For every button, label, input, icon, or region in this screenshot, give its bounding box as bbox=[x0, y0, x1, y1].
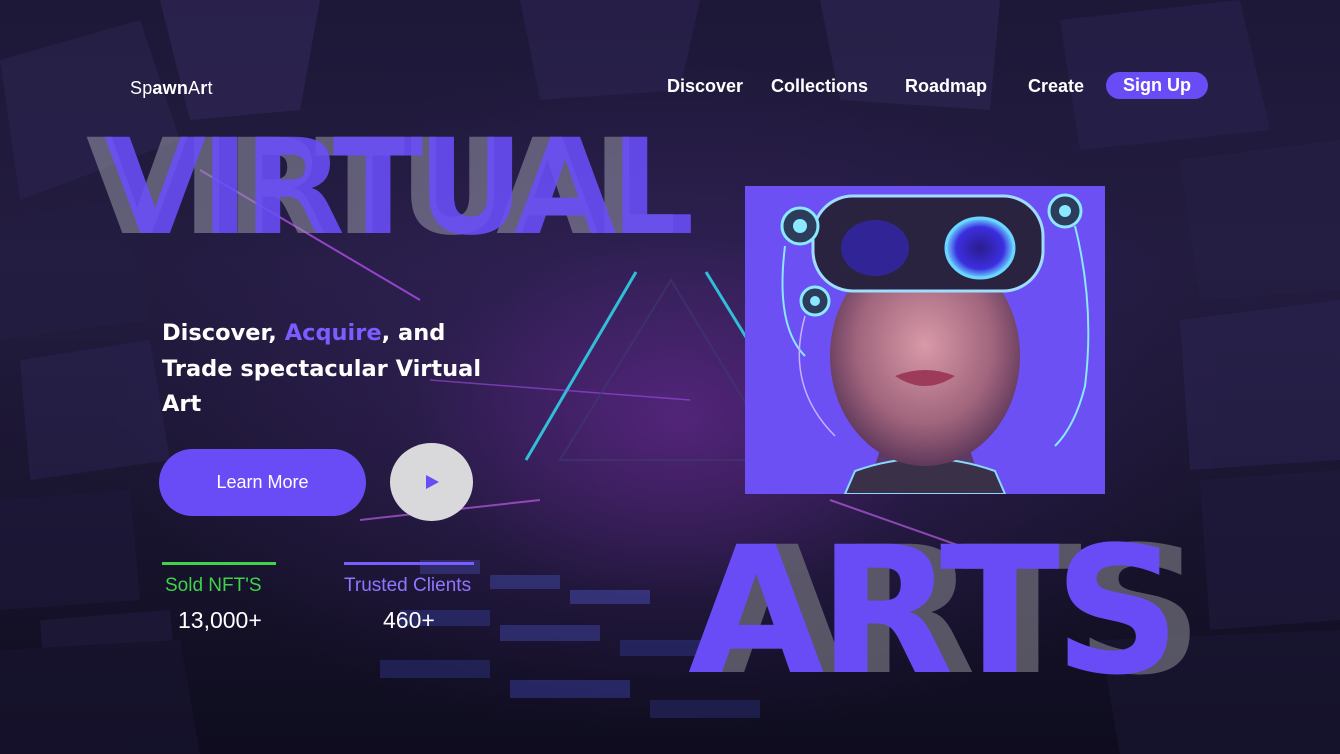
headline-text: Discover, bbox=[162, 320, 285, 346]
nav-link-discover[interactable]: Discover bbox=[667, 72, 743, 100]
nav-link-collections[interactable]: Collections bbox=[771, 72, 868, 100]
play-icon bbox=[426, 475, 439, 489]
trusted-clients-label: Trusted Clients bbox=[344, 575, 472, 596]
arts-word: ARTS bbox=[688, 509, 1181, 714]
headline-accent: Acquire bbox=[284, 320, 382, 346]
sold-nft-divider bbox=[162, 562, 276, 565]
sold-nft-label: Sold NFT'S bbox=[165, 575, 262, 596]
trusted-clients-divider bbox=[344, 562, 474, 565]
logo-part: A bbox=[188, 78, 201, 98]
hero-headline: Discover, Acquire, and Trade spectacular… bbox=[162, 316, 482, 423]
logo-part-bold: awn bbox=[152, 78, 189, 98]
vr-portrait-illustration bbox=[745, 186, 1105, 494]
nav-link-roadmap[interactable]: Roadmap bbox=[905, 72, 987, 100]
nav-link-create[interactable]: Create bbox=[1028, 72, 1084, 100]
logo-part: t bbox=[207, 78, 213, 98]
virtual-word: VIRTUAL bbox=[104, 111, 694, 265]
learn-more-button[interactable]: Learn More bbox=[159, 449, 366, 516]
hero-page: VIRTUAL VIRTUAL ARTS ARTS SpawnArt Disco… bbox=[0, 0, 1340, 754]
trusted-clients-value: 460+ bbox=[383, 607, 435, 633]
sold-nft-value: 13,000+ bbox=[178, 607, 262, 633]
play-video-button[interactable] bbox=[390, 443, 473, 521]
logo-part: Sp bbox=[130, 78, 153, 98]
sign-up-button[interactable]: Sign Up bbox=[1106, 72, 1208, 99]
vr-headset-portrait bbox=[745, 186, 1105, 494]
brand-logo[interactable]: SpawnArt bbox=[130, 78, 213, 99]
